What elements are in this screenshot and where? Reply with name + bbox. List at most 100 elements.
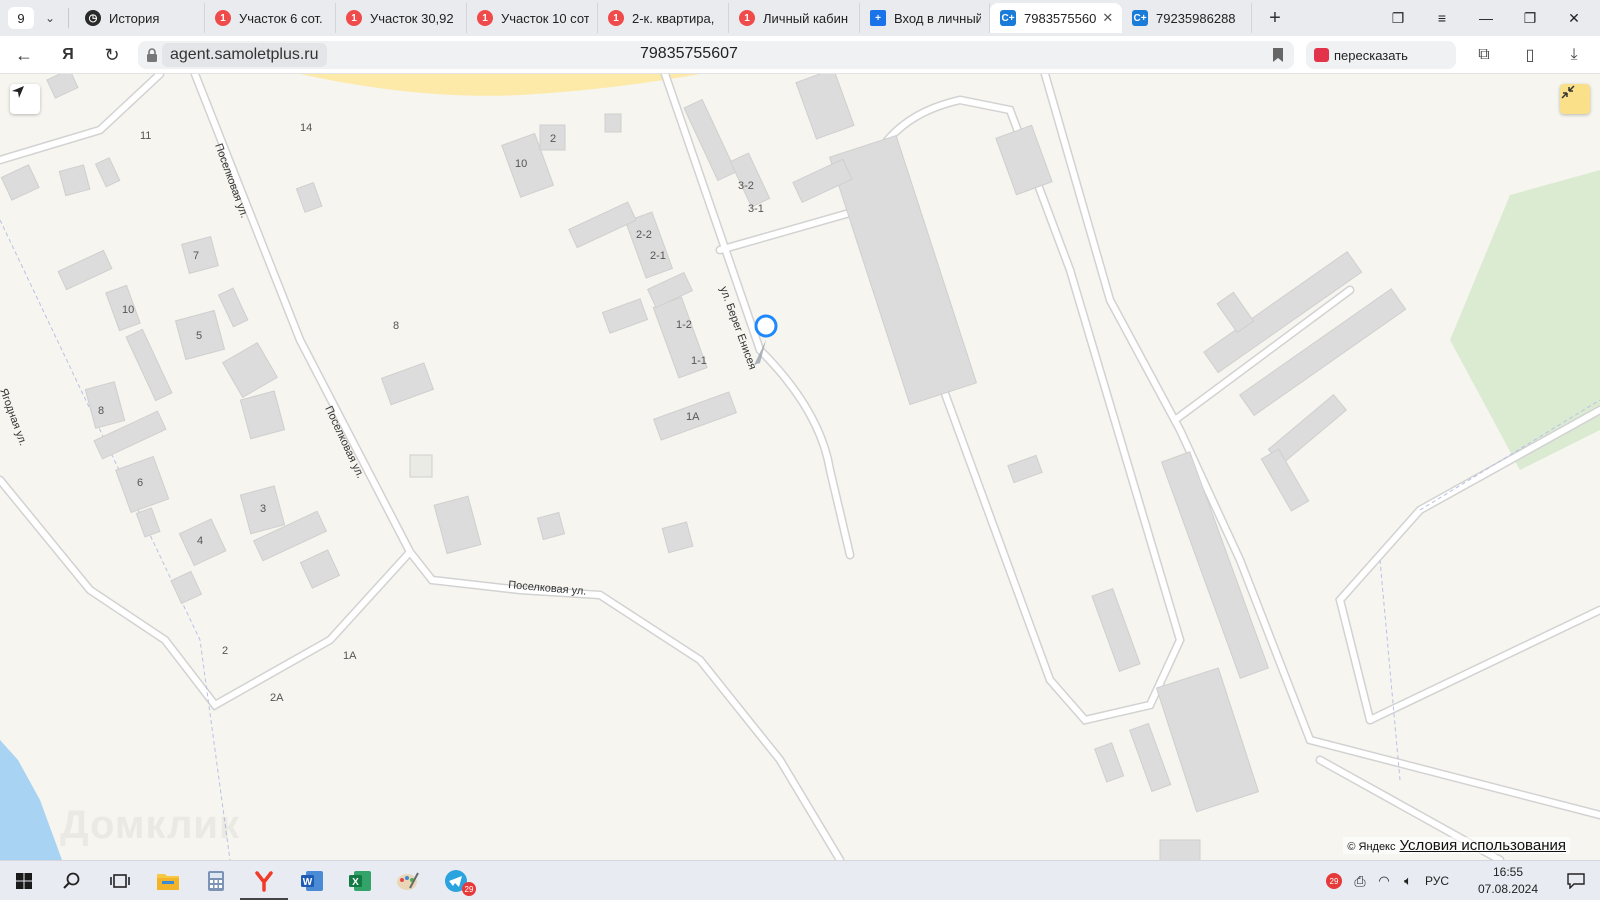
house-number: 2 [550, 133, 556, 145]
tab-plot-6[interactable]: 1 Участок 6 сот. ( [205, 3, 336, 33]
tab-phone[interactable]: C+ 79235986288 [1122, 3, 1252, 33]
geolocation-button[interactable] [10, 84, 40, 114]
tab-title: Участок 6 сот. ( [239, 10, 327, 26]
notification-badge: 29 [462, 882, 476, 896]
downloads-icon[interactable]: ⤓ [1560, 41, 1588, 69]
tab-history[interactable]: ◷ История [75, 3, 205, 33]
notifications-button[interactable] [1552, 861, 1600, 900]
start-button[interactable] [0, 861, 48, 900]
task-view-icon [110, 874, 130, 888]
yandex-icon[interactable]: Я [54, 41, 82, 69]
wifi-icon[interactable]: ◠ [1372, 873, 1396, 889]
map-canvas[interactable]: Поселковая ул. Поселковая ул. Поселковая… [0, 74, 1600, 860]
avito-icon: 1 [346, 10, 362, 26]
menu-icon[interactable]: ≡ [1420, 0, 1464, 36]
highway [300, 74, 700, 96]
house-number: 5 [196, 330, 202, 342]
yandex-browser-button[interactable] [240, 861, 288, 900]
house-number: 1А [686, 411, 700, 423]
excel-button[interactable]: X [336, 861, 384, 900]
house-number: 4 [197, 535, 203, 547]
page-icon[interactable]: ▯ [1516, 41, 1544, 69]
new-tab-button[interactable]: + [1262, 5, 1288, 31]
house-number: 3-1 [748, 203, 764, 215]
house-number: 1А [343, 650, 357, 662]
windows-icon [16, 873, 32, 889]
svg-text:W: W [303, 877, 313, 888]
tab-count-button[interactable]: 9 [8, 7, 34, 29]
tab-badge: 1 [744, 12, 750, 24]
close-window-button[interactable]: ✕ [1552, 0, 1596, 36]
task-view-button[interactable] [96, 861, 144, 900]
house-number: 2-1 [650, 250, 666, 262]
page-title: 79835755607 [640, 45, 738, 62]
samolet-icon: C+ [1000, 10, 1016, 26]
reload-button[interactable]: ↻ [98, 41, 126, 69]
calculator-icon [208, 871, 224, 891]
chevron-down-icon[interactable]: ⌄ [38, 7, 62, 29]
water-area [0, 740, 62, 860]
tab-badge: 1 [220, 12, 226, 24]
printer-icon[interactable]: ⎙ [1348, 873, 1372, 890]
volume-icon[interactable]: 🔈︎ [1396, 873, 1420, 889]
avito-icon: 1 [739, 10, 755, 26]
extensions-icon[interactable]: ⧉ [1470, 41, 1498, 69]
tab-login[interactable]: + Вход в личный [860, 3, 990, 33]
tab-plot-10[interactable]: 1 Участок 10 сот. [467, 3, 598, 33]
back-button[interactable]: ← [10, 41, 38, 69]
map-view[interactable]: Поселковая ул. Поселковая ул. Поселковая… [0, 74, 1600, 860]
svg-text:X: X [352, 877, 359, 888]
street-labels: Поселковая ул. Поселковая ул. Поселковая… [0, 142, 758, 598]
tab-cabinet[interactable]: 1 Личный кабин [729, 3, 860, 33]
tray-badge: 29 [1326, 873, 1342, 889]
minimize-button[interactable]: — [1464, 0, 1508, 36]
tab-count: 9 [17, 10, 25, 26]
calculator-button[interactable] [192, 861, 240, 900]
house-numbers: 11 14 2 10 7 10 5 8 6 4 3 8 3-2 3-1 2-2 … [98, 122, 764, 704]
house-number: 8 [98, 405, 104, 417]
tab-plot-30[interactable]: 1 Участок 30,92 г [336, 3, 467, 33]
language-indicator[interactable]: РУС [1420, 874, 1454, 888]
clock[interactable]: 16:55 07.08.2024 [1470, 864, 1546, 898]
collections-icon[interactable]: ❐ [1376, 0, 1420, 36]
date: 07.08.2024 [1477, 882, 1539, 896]
tab-title: История [109, 10, 160, 26]
chat-bubble-icon [1567, 873, 1585, 889]
house-number: 2-2 [636, 229, 652, 241]
navigation-arrow-icon [12, 86, 24, 98]
house-number: 7 [193, 250, 199, 262]
tab-title: Личный кабин [763, 10, 849, 26]
file-explorer-button[interactable] [144, 861, 192, 900]
lock-icon[interactable] [146, 48, 158, 62]
house-number: 3 [260, 503, 266, 515]
divider [68, 8, 69, 28]
tab-title: 2-к. квартира, [632, 10, 715, 26]
street-label: Ягодная ул. [0, 387, 29, 447]
browser-window: 9 ⌄ ◷ История 1 Участок 6 сот. ( 1 Участ… [0, 0, 1600, 900]
palette-icon [397, 872, 419, 890]
paint-button[interactable] [384, 861, 432, 900]
summarize-icon [1314, 48, 1329, 62]
tab-active[interactable]: C+ 7983575560 ✕ [990, 3, 1122, 33]
collapse-map-button[interactable] [1560, 84, 1590, 114]
close-icon[interactable]: ✕ [1102, 10, 1113, 26]
terms-link[interactable]: Условия использования [1400, 837, 1567, 854]
tab-apartment[interactable]: 1 2-к. квартира, [598, 3, 729, 33]
system-tray: 29 ⎙ ◠ 🔈︎ РУС [1320, 861, 1454, 900]
tray-app-icon[interactable]: 29 [1320, 861, 1348, 900]
yandex-logo: © Яндекс [1347, 841, 1396, 853]
url-host[interactable]: agent.samoletplus.ru [162, 43, 327, 67]
tab-badge: 1 [482, 12, 488, 24]
house-number: 1-2 [676, 319, 692, 331]
restore-button[interactable]: ❐ [1508, 0, 1552, 36]
bookmark-icon[interactable] [1272, 47, 1284, 63]
summarize-button[interactable]: пересказать [1306, 41, 1456, 69]
time: 16:55 [1492, 865, 1524, 879]
telegram-button[interactable]: 29 [432, 861, 480, 900]
search-button[interactable] [48, 861, 96, 900]
tab-badge: 1 [613, 12, 619, 24]
word-button[interactable]: W [288, 861, 336, 900]
avito-icon: 1 [477, 10, 493, 26]
house-number: 1-1 [691, 355, 707, 367]
house-number: 10 [515, 158, 527, 170]
